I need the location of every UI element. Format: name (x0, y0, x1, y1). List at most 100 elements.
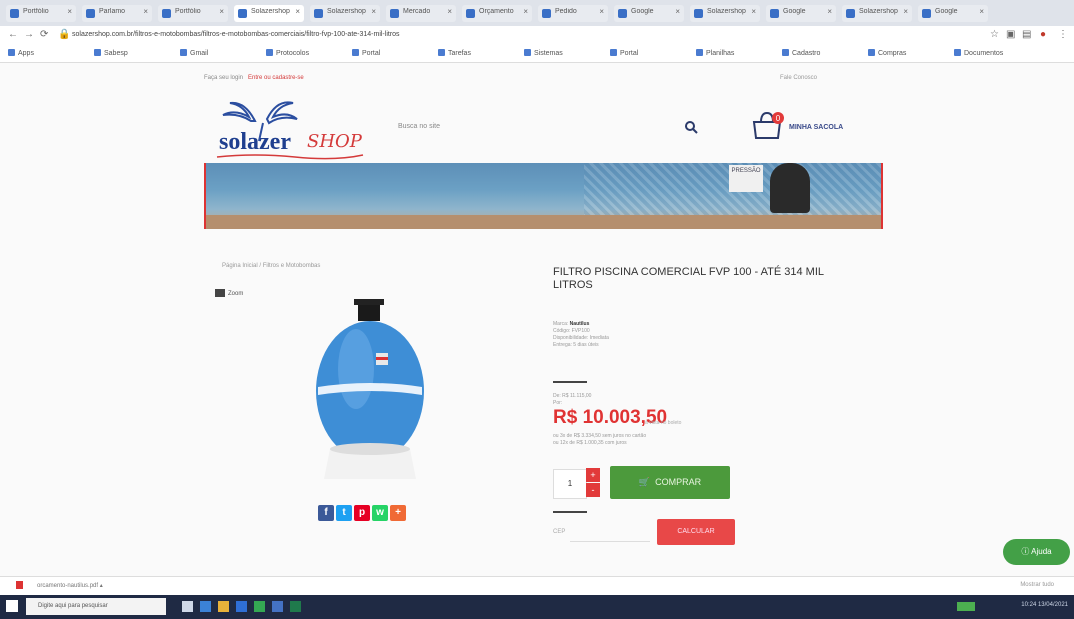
bag-count: 0 (776, 114, 781, 123)
login-link[interactable]: Faça seu login (204, 75, 243, 81)
bag-label[interactable]: MINHA SACOLA (789, 124, 843, 131)
register-link[interactable]: Entre ou cadastre-se (248, 75, 304, 81)
tab-title: Google (631, 8, 654, 15)
bookmark-icon (94, 49, 101, 56)
browser-tab[interactable]: Solazershop × (234, 5, 304, 22)
reload-icon[interactable]: ⟳ (40, 29, 48, 40)
tab-favicon-icon (314, 9, 323, 18)
help-button[interactable]: ⓘ Ajuda (1003, 539, 1070, 565)
bookmark-item[interactable]: Sabesp (94, 49, 128, 57)
hero-banner[interactable]: PRESSÃO (204, 163, 883, 229)
close-icon[interactable]: × (675, 7, 680, 16)
close-icon[interactable]: × (447, 7, 452, 16)
forward-icon[interactable]: → (24, 29, 34, 40)
facebook-icon[interactable]: f (318, 505, 334, 521)
tab-favicon-icon (770, 9, 779, 18)
browser-tab[interactable]: Solazershop × (310, 5, 380, 22)
tab-favicon-icon (390, 9, 399, 18)
edge-icon[interactable] (200, 601, 211, 612)
excel-icon[interactable] (290, 601, 301, 612)
browser-tab[interactable]: Google × (614, 5, 684, 22)
close-icon[interactable]: × (295, 7, 300, 16)
bookmark-item[interactable]: Apps (8, 49, 34, 57)
close-icon[interactable]: × (827, 7, 832, 16)
close-icon[interactable]: × (979, 7, 984, 16)
bookmark-item[interactable]: Documentos (954, 49, 1003, 57)
browser-tab[interactable]: Solazershop × (842, 5, 912, 22)
bookmark-item[interactable]: Compras (868, 49, 906, 57)
browser-tab[interactable]: Portfólio × (6, 5, 76, 22)
bookmark-item[interactable]: Portal (352, 49, 380, 57)
browser-tab[interactable]: Mercado × (386, 5, 456, 22)
extension-icon[interactable]: ▤ (1022, 29, 1031, 40)
share-more-icon[interactable]: + (390, 505, 406, 521)
quantity-decrease-button[interactable]: - (586, 483, 600, 497)
close-icon[interactable]: × (903, 7, 908, 16)
browser-tab[interactable]: Orçamento × (462, 5, 532, 22)
brand-label: Marca: (553, 321, 569, 327)
browser-tab[interactable]: Portfólio × (158, 5, 228, 22)
browser-tab[interactable]: Parlamo × (82, 5, 152, 22)
outlook-icon[interactable] (236, 601, 247, 612)
bookmark-label: Documentos (964, 50, 1004, 57)
close-icon[interactable]: × (599, 7, 604, 16)
taskbar-search[interactable]: Digite aqui para pesquisar (26, 598, 166, 615)
close-icon[interactable]: × (371, 7, 376, 16)
quantity-input[interactable]: 1 (553, 469, 587, 499)
chrome-icon[interactable] (254, 601, 265, 612)
tab-title: Solazershop (327, 8, 366, 15)
twitter-icon[interactable]: t (336, 505, 352, 521)
menu-icon[interactable]: ⋮ (1058, 29, 1068, 40)
tab-favicon-icon (846, 9, 855, 18)
folder-icon[interactable] (218, 601, 229, 612)
tab-favicon-icon (10, 9, 19, 18)
product-image[interactable] (300, 299, 440, 479)
store-logo[interactable]: solazer SHOP (215, 91, 365, 161)
browser-tab[interactable]: Google × (766, 5, 836, 22)
price-old-line: De: R$ 11.115,00 (553, 393, 592, 399)
extension-icon[interactable]: ▣ (1006, 29, 1015, 40)
pinterest-icon[interactable]: p (354, 505, 370, 521)
close-icon[interactable]: × (523, 7, 528, 16)
search-icon[interactable] (684, 120, 698, 134)
bookmark-label: Compras (878, 50, 907, 57)
bookmark-icon (954, 49, 961, 56)
star-icon[interactable]: ☆ (990, 29, 999, 40)
browser-tab[interactable]: Google × (918, 5, 988, 22)
shipping-cep-input[interactable] (570, 523, 650, 542)
browser-tab[interactable]: Solazershop × (690, 5, 760, 22)
search-input[interactable]: Busca no site (398, 123, 440, 130)
close-icon[interactable]: × (143, 7, 148, 16)
windows-start-icon[interactable] (6, 600, 18, 612)
shopping-bag-icon[interactable]: 0 (750, 110, 786, 140)
bookmark-item[interactable]: Sistemas (524, 49, 563, 57)
whatsapp-icon[interactable]: w (372, 505, 388, 521)
url-field[interactable]: solazershop.com.br/filtros-e-motobombas/… (72, 31, 400, 38)
close-icon[interactable]: × (219, 7, 224, 16)
zoom-button[interactable]: Zoom (215, 289, 243, 297)
bookmark-item[interactable]: Gmail (180, 49, 208, 57)
task-view-icon[interactable] (182, 601, 193, 612)
show-all-downloads[interactable]: Mostrar tudo (1020, 582, 1054, 588)
back-icon[interactable]: ← (8, 29, 18, 40)
bookmark-item[interactable]: Cadastro (782, 49, 820, 57)
bookmark-item[interactable]: Portal (610, 49, 638, 57)
close-icon[interactable]: × (67, 7, 72, 16)
tray-indicator[interactable] (957, 602, 975, 611)
profile-avatar[interactable]: ● (1040, 29, 1046, 40)
bookmark-item[interactable]: Protocolos (266, 49, 309, 57)
close-icon[interactable]: × (751, 7, 756, 16)
calculate-shipping-button[interactable]: CALCULAR (657, 519, 735, 545)
divider (553, 511, 587, 513)
word-icon[interactable] (272, 601, 283, 612)
download-item[interactable]: orcamento-nautilus.pdf ▴ (16, 581, 103, 589)
brand-value[interactable]: Nautilus (570, 321, 590, 327)
bookmark-item[interactable]: Tarefas (438, 49, 471, 57)
quantity-increase-button[interactable]: + (586, 468, 600, 482)
buy-button[interactable]: 🛒 COMPRAR (610, 466, 730, 499)
clock[interactable]: 10:24 13/04/2021 (1021, 602, 1068, 608)
browser-tab[interactable]: Pedido × (538, 5, 608, 22)
breadcrumb[interactable]: Página Inicial / Filtros e Motobombas (222, 263, 320, 269)
bookmark-item[interactable]: Planilhas (696, 49, 734, 57)
contact-link[interactable]: Fale Conosco (780, 75, 817, 81)
